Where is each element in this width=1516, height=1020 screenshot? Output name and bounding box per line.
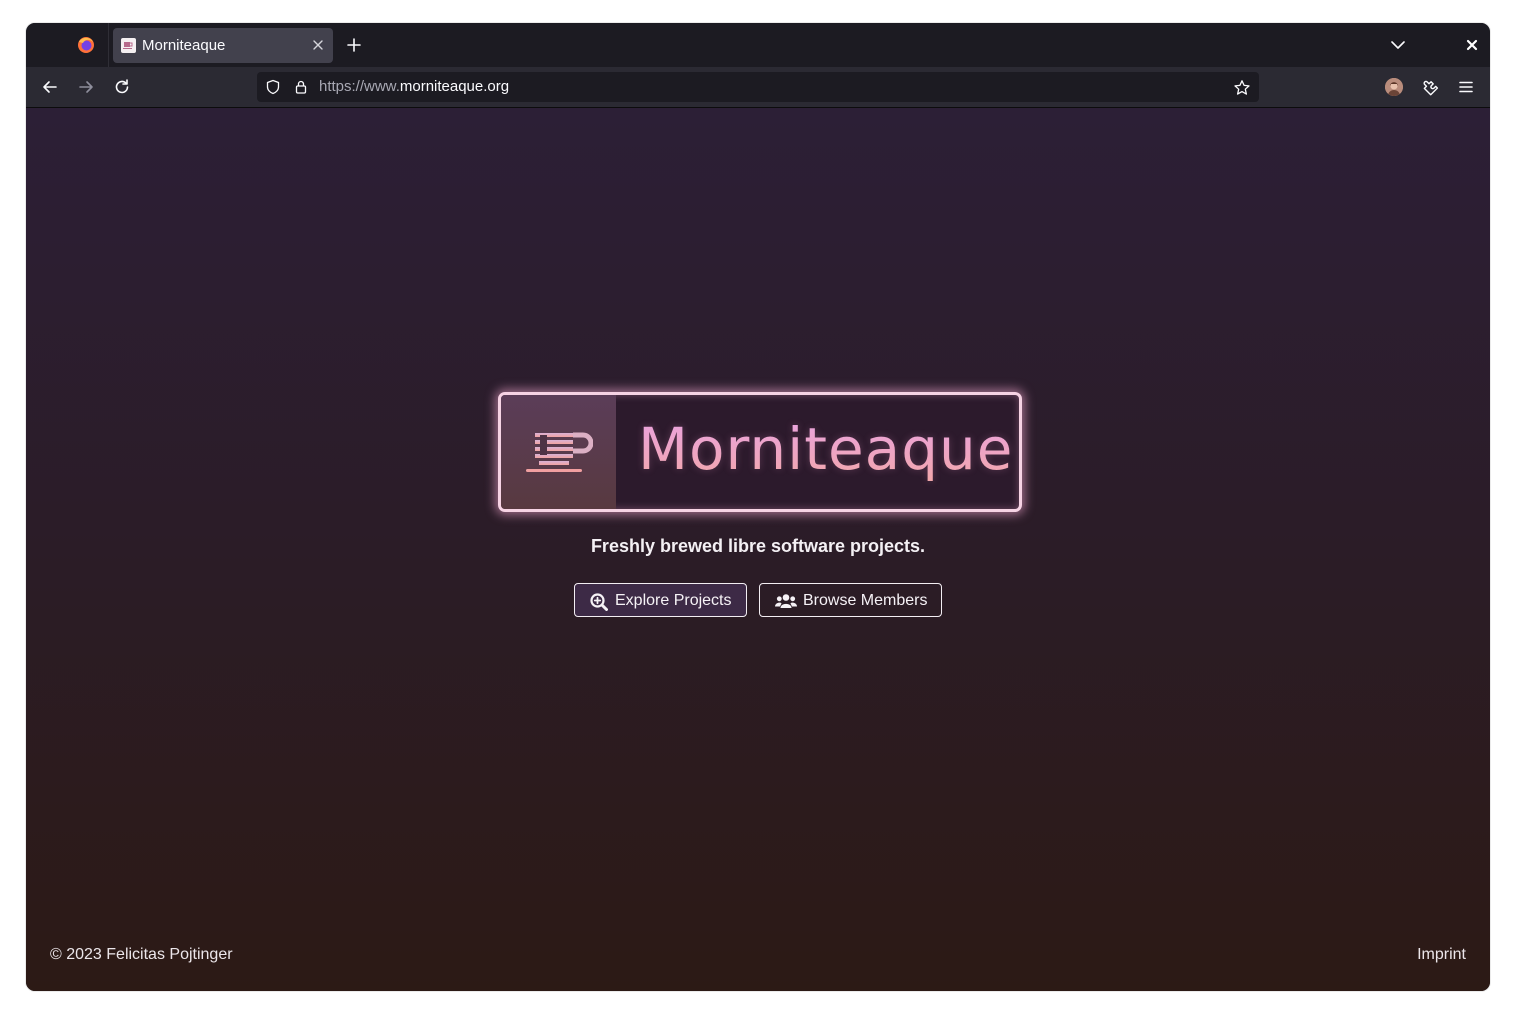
logo-wordmark: Morniteaque — [638, 415, 1014, 483]
chevron-down-icon[interactable] — [1388, 35, 1408, 55]
star-icon[interactable] — [1233, 79, 1250, 95]
browse-members-button[interactable]: Browse Members — [759, 583, 942, 617]
firefox-logo-icon[interactable] — [76, 35, 96, 55]
back-icon[interactable] — [40, 77, 60, 97]
url-domain: morniteaque.org — [399, 78, 510, 95]
url-bar[interactable]: https://www.morniteaque.org — [257, 72, 1259, 102]
site-logo: Morniteaque — [498, 392, 1022, 512]
search-plus-icon — [590, 593, 608, 611]
tagline: Freshly brewed libre software projects. — [590, 536, 926, 556]
explore-projects-button[interactable]: Explore Projects — [574, 583, 747, 617]
imprint-link[interactable]: Imprint — [1417, 946, 1466, 964]
users-icon — [775, 593, 797, 609]
tab-morniteaque[interactable]: Morniteaque — [113, 28, 333, 63]
page-content: Morniteaque Freshly brewed libre softwar… — [26, 108, 1490, 991]
tab-title: Morniteaque — [142, 37, 226, 54]
plus-icon[interactable] — [344, 35, 364, 55]
browse-members-label: Browse Members — [803, 592, 928, 609]
url-prefix: https://www. — [319, 78, 400, 95]
explore-projects-label: Explore Projects — [615, 592, 732, 609]
url-text[interactable]: https://www.morniteaque.org — [319, 78, 509, 95]
tab-favicon-icon — [121, 38, 136, 53]
shield-icon[interactable] — [265, 79, 281, 95]
window-close-icon[interactable] — [1462, 35, 1482, 55]
avatar[interactable] — [1385, 78, 1403, 96]
browser-window: Morniteaque https://www.morniteaque.org … — [26, 23, 1490, 991]
teacup-icon — [526, 432, 593, 472]
navigation-bar: https://www.morniteaque.org — [26, 67, 1490, 108]
teacup-logo-cell — [501, 395, 616, 509]
forward-icon[interactable] — [76, 77, 96, 97]
reload-icon[interactable] — [112, 77, 132, 97]
hamburger-menu-icon[interactable] — [1456, 77, 1476, 97]
footer-copyright: © 2023 Felicitas Pojtinger — [50, 946, 233, 963]
tab-strip: Morniteaque — [26, 23, 1490, 67]
extensions-icon[interactable] — [1420, 77, 1440, 97]
tabstrip-divider — [108, 23, 109, 67]
close-icon[interactable] — [309, 36, 327, 54]
lock-icon[interactable] — [293, 79, 309, 95]
